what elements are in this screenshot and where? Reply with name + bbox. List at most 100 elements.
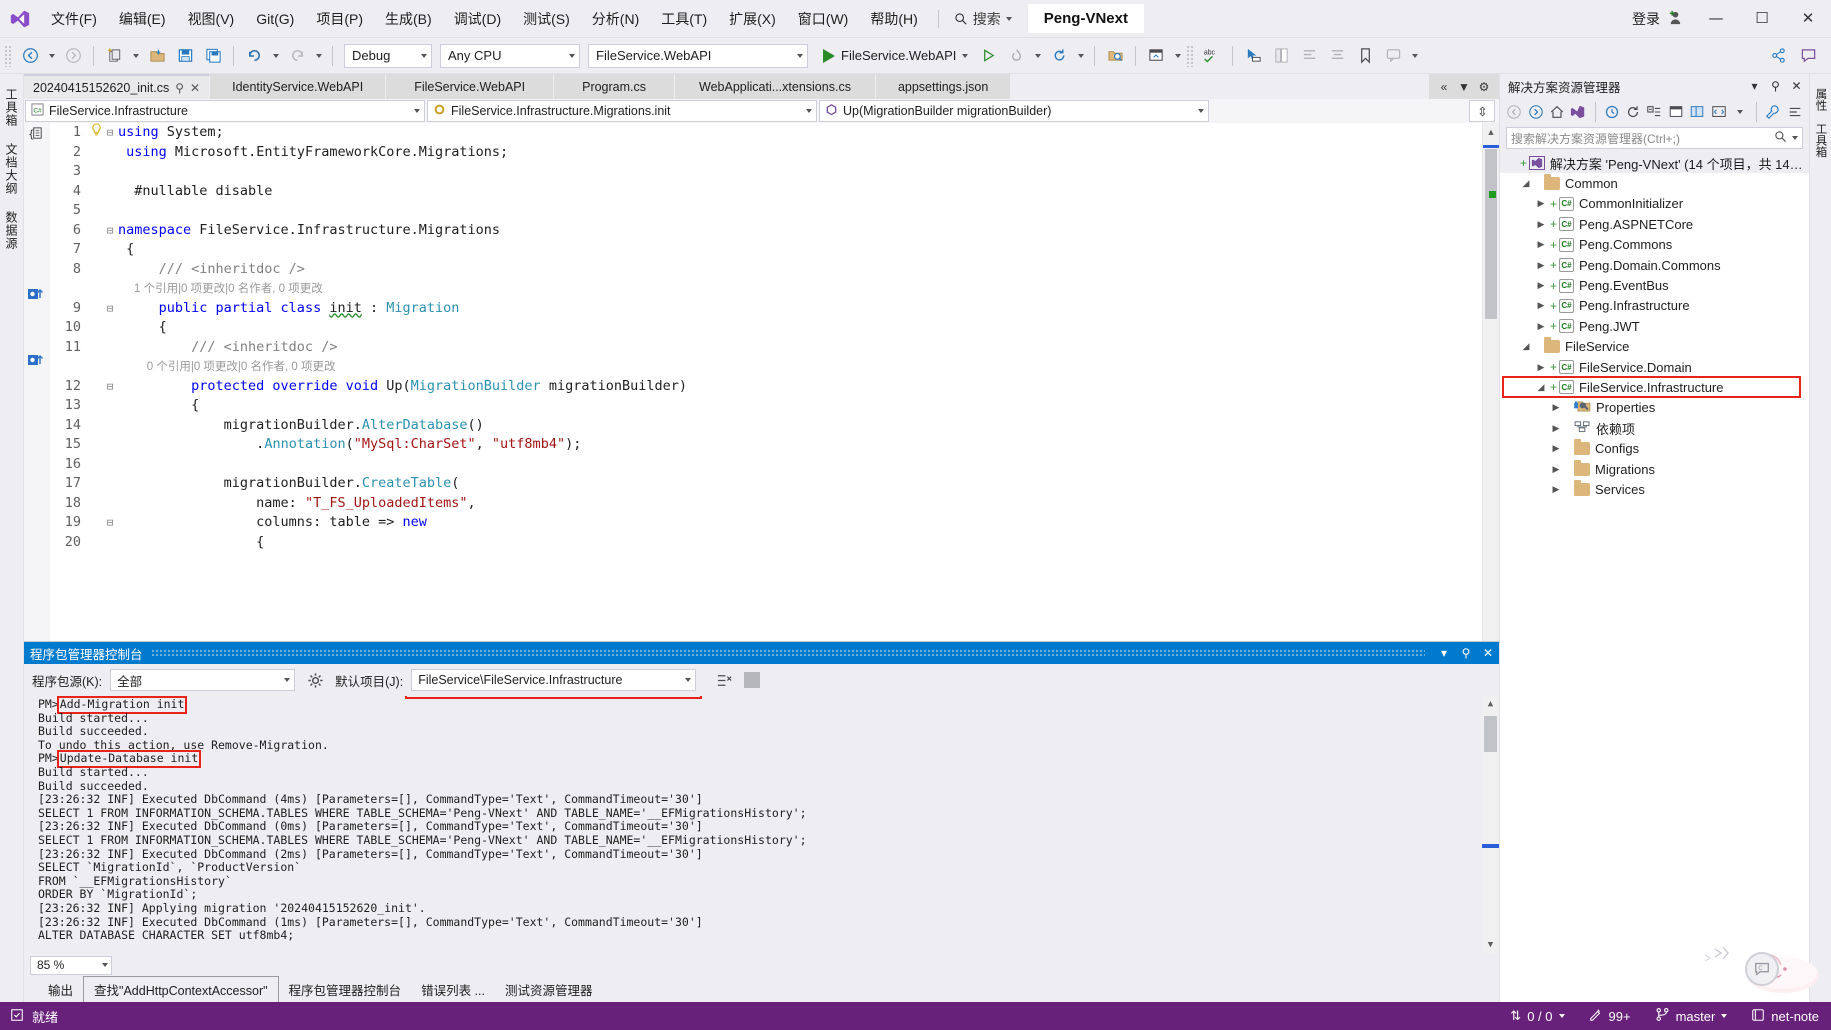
- menu-project[interactable]: 项目(P): [305, 0, 374, 37]
- status-errors[interactable]: 99+: [1577, 1002, 1643, 1030]
- hot-reload-icon[interactable]: [1003, 43, 1029, 69]
- se-pending-changes-icon[interactable]: [1601, 101, 1621, 123]
- solution-explorer-search-icon[interactable]: [1102, 43, 1128, 69]
- menu-edit[interactable]: 编辑(E): [108, 0, 177, 37]
- stop-console-icon[interactable]: [744, 672, 761, 688]
- se-back-icon[interactable]: [1504, 101, 1524, 123]
- se-more-icon[interactable]: [1785, 101, 1805, 123]
- se-show-all-files-icon[interactable]: [1666, 101, 1686, 123]
- pin-icon[interactable]: ⚲: [175, 81, 184, 95]
- comment-dropdown[interactable]: [1408, 43, 1421, 69]
- status-repository[interactable]: net-note: [1739, 1002, 1831, 1030]
- tree-node[interactable]: ▶ 依赖项: [1500, 418, 1809, 438]
- se-settings-wrench-icon[interactable]: [1763, 101, 1783, 123]
- tab-list-icon[interactable]: ▼: [1455, 77, 1473, 97]
- se-forward-icon[interactable]: [1525, 101, 1545, 123]
- copilot-chat-bubble-icon[interactable]: C: [1745, 952, 1779, 986]
- expand-arrow-closed-icon[interactable]: ▶: [1534, 260, 1548, 271]
- expand-arrow-closed-icon[interactable]: ▶: [1534, 219, 1548, 230]
- lightbulb-icon[interactable]: [90, 123, 102, 143]
- sign-in-button[interactable]: 登录: [1622, 9, 1693, 29]
- tab-settings-gear-icon[interactable]: ⚙: [1475, 77, 1493, 97]
- menu-help[interactable]: 帮助(H): [859, 0, 928, 37]
- menu-analyze[interactable]: 分析(N): [581, 0, 650, 37]
- spellcheck-icon[interactable]: abc: [1199, 43, 1225, 69]
- code-lens[interactable]: 1 个引用|0 项更改|0 名作者, 0 项更改: [118, 283, 323, 295]
- console-scroll-up-icon[interactable]: ▲: [1482, 696, 1499, 713]
- align-left-icon[interactable]: [1296, 43, 1322, 69]
- console-scroll-down-icon[interactable]: ▼: [1482, 937, 1499, 954]
- panel-dropdown-icon[interactable]: ▾: [1746, 76, 1763, 96]
- navbar-project-combo[interactable]: C# FileService.Infrastructure: [25, 100, 425, 122]
- se-filter-icon[interactable]: [1730, 101, 1750, 123]
- fold-toggle[interactable]: ⊟: [102, 221, 118, 241]
- default-project-combo[interactable]: FileService\FileService.Infrastructure: [411, 669, 697, 691]
- select-element-icon[interactable]: [1240, 43, 1266, 69]
- tree-node[interactable]: ▶ + C# Peng.Domain.Commons: [1500, 255, 1809, 275]
- fold-toggle[interactable]: ⊟: [102, 299, 118, 319]
- console-vertical-scrollbar[interactable]: ▲ ▼: [1482, 696, 1499, 954]
- fold-toggle[interactable]: ⊟: [102, 123, 118, 143]
- undo-dropdown[interactable]: [269, 43, 282, 69]
- tree-node[interactable]: ▶ + C# FileService.Domain: [1500, 357, 1809, 377]
- hot-reload-dropdown[interactable]: [1031, 43, 1044, 69]
- expand-arrow-closed-icon[interactable]: ▶: [1549, 443, 1563, 454]
- menu-git[interactable]: Git(G): [245, 0, 305, 37]
- fold-toggle[interactable]: ⊟: [102, 513, 118, 533]
- se-view-code-icon[interactable]: [1708, 101, 1728, 123]
- bottom-tab-find-results[interactable]: 查找"AddHttpContextAccessor": [83, 975, 279, 1003]
- se-refresh-icon[interactable]: [1623, 101, 1643, 123]
- scroll-up-arrow-icon[interactable]: ▲: [1483, 123, 1499, 140]
- split-editor-button[interactable]: ⇳: [1469, 100, 1495, 122]
- save-all-icon[interactable]: [200, 43, 226, 69]
- expand-arrow-closed-icon[interactable]: ▶: [1534, 280, 1548, 291]
- redo-icon[interactable]: [284, 43, 310, 69]
- panel-close-icon[interactable]: ✕: [1477, 642, 1499, 664]
- expand-arrow-closed-icon[interactable]: ▶: [1549, 484, 1563, 495]
- tree-node[interactable]: ◢ FileService: [1500, 337, 1809, 357]
- menu-tools[interactable]: 工具(T): [650, 0, 718, 37]
- maximize-button[interactable]: ☐: [1739, 0, 1785, 38]
- tree-node[interactable]: ▶ + C# Peng.ASPNETCore: [1500, 214, 1809, 234]
- editor-vertical-scrollbar[interactable]: ▲: [1482, 123, 1499, 641]
- expand-arrow-closed-icon[interactable]: ▶: [1549, 423, 1563, 434]
- align-center-icon[interactable]: [1324, 43, 1350, 69]
- redo-dropdown[interactable]: [312, 43, 325, 69]
- fold-toggle[interactable]: ⊟: [102, 377, 118, 397]
- se-solution-view-icon[interactable]: [1568, 101, 1588, 123]
- navigate-back-button[interactable]: [17, 43, 43, 69]
- menu-window[interactable]: 窗口(W): [787, 0, 860, 37]
- rail-tab-properties[interactable]: 属性: [1811, 82, 1831, 117]
- navigate-back-dropdown[interactable]: [45, 43, 58, 69]
- status-pending-changes[interactable]: ⇅ 0 / 0: [1498, 1002, 1576, 1030]
- tree-node[interactable]: ▶ Properties: [1500, 398, 1809, 418]
- expand-arrow-closed-icon[interactable]: ▶: [1549, 464, 1563, 475]
- menu-extensions[interactable]: 扩展(X): [718, 0, 787, 37]
- undo-icon[interactable]: [241, 43, 267, 69]
- tree-node[interactable]: ▶ Configs: [1500, 438, 1809, 458]
- solution-platform-combo[interactable]: Any CPU: [440, 43, 580, 68]
- rail-tab-toolbox-right[interactable]: 工具箱: [1811, 117, 1831, 164]
- new-project-dropdown[interactable]: [129, 43, 142, 69]
- console-output[interactable]: PM>Add-Migration init Build started... Bui…: [24, 696, 1499, 954]
- navbar-member-combo[interactable]: Up(MigrationBuilder migrationBuilder): [819, 100, 1209, 122]
- panel-close-icon[interactable]: ✕: [1788, 76, 1805, 96]
- feedback-icon[interactable]: [1795, 43, 1821, 69]
- bookmark-icon[interactable]: [1352, 43, 1378, 69]
- doc-tab-program-cs[interactable]: Program.cs: [554, 74, 676, 99]
- toolbar-grip-2[interactable]: [1186, 44, 1195, 67]
- global-search[interactable]: 搜索: [948, 0, 1018, 37]
- doc-tab-webapplication-extensions[interactable]: WebApplicati...xtensions.cs: [675, 74, 876, 99]
- menu-test[interactable]: 测试(S): [512, 0, 581, 37]
- tree-node[interactable]: + 解决方案 'Peng-VNext' (14 个项目，共 14 个: [1500, 153, 1809, 174]
- tree-node[interactable]: ▶ + C# CommonInitializer: [1500, 194, 1809, 214]
- close-button[interactable]: ✕: [1785, 0, 1831, 38]
- panel-pin-icon[interactable]: ⚲: [1455, 642, 1477, 664]
- code-lens[interactable]: 0 个引用|0 项更改|0 名作者, 0 项更改: [118, 361, 336, 373]
- tree-node[interactable]: ▶ + C# Peng.JWT: [1500, 316, 1809, 336]
- bottom-tab-test-explorer[interactable]: 测试资源管理器: [495, 977, 603, 1002]
- editor-glyph-margin[interactable]: {: [24, 123, 50, 641]
- open-file-icon[interactable]: [144, 43, 170, 69]
- code-text-area[interactable]: 1 ⊟ using System; 2 using Microsoft.EntityF…: [50, 123, 1482, 641]
- panel-dropdown-icon[interactable]: ▾: [1433, 642, 1455, 664]
